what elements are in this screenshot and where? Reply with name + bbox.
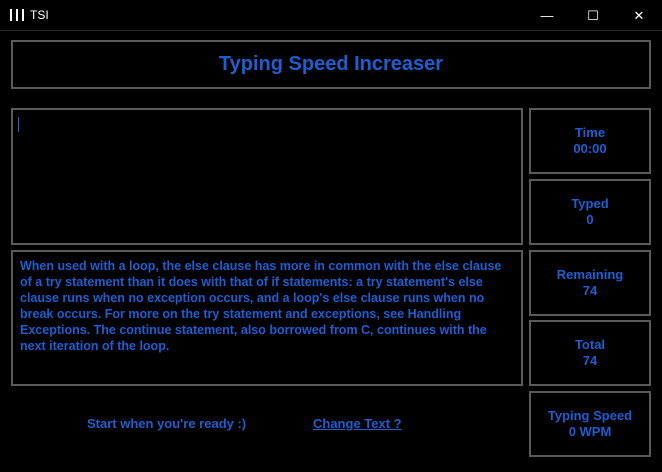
typing-speed-stat: Typing Speed 0 WPM <box>529 391 651 457</box>
typing-input[interactable] <box>11 108 523 245</box>
typed-label: Typed <box>571 196 609 211</box>
time-stat: Time 00:00 <box>529 108 651 174</box>
minimize-button[interactable]: — <box>524 0 570 31</box>
title-bar: TSI — ☐ ✕ <box>0 0 662 31</box>
typing-speed-value: 0 WPM <box>568 424 612 439</box>
total-label: Total <box>574 337 606 352</box>
remaining-value: 74 <box>582 283 598 298</box>
maximize-button[interactable]: ☐ <box>570 0 616 31</box>
total-stat: Total 74 <box>529 320 651 386</box>
close-button[interactable]: ✕ <box>616 0 662 31</box>
remaining-label: Remaining <box>556 267 624 282</box>
change-text-link[interactable]: Change Text ? <box>313 416 402 431</box>
total-value: 74 <box>582 353 598 368</box>
app-heading: Typing Speed Increaser <box>218 53 444 75</box>
time-label: Time <box>574 125 606 140</box>
typed-value: 0 <box>586 212 594 227</box>
app-icon <box>10 8 24 22</box>
text-caret <box>18 117 19 132</box>
remaining-stat: Remaining 74 <box>529 250 651 316</box>
time-value: 00:00 <box>573 141 607 156</box>
typed-stat: Typed 0 <box>529 179 651 245</box>
header-panel: Typing Speed Increaser <box>11 40 651 89</box>
sample-text: When used with a loop, the else clause h… <box>20 259 502 353</box>
status-message: Start when you're ready :) <box>87 416 247 431</box>
window-controls: — ☐ ✕ <box>524 0 662 31</box>
window-title: TSI <box>30 8 49 22</box>
sample-text-panel: When used with a loop, the else clause h… <box>11 250 523 386</box>
typing-speed-label: Typing Speed <box>547 408 633 423</box>
